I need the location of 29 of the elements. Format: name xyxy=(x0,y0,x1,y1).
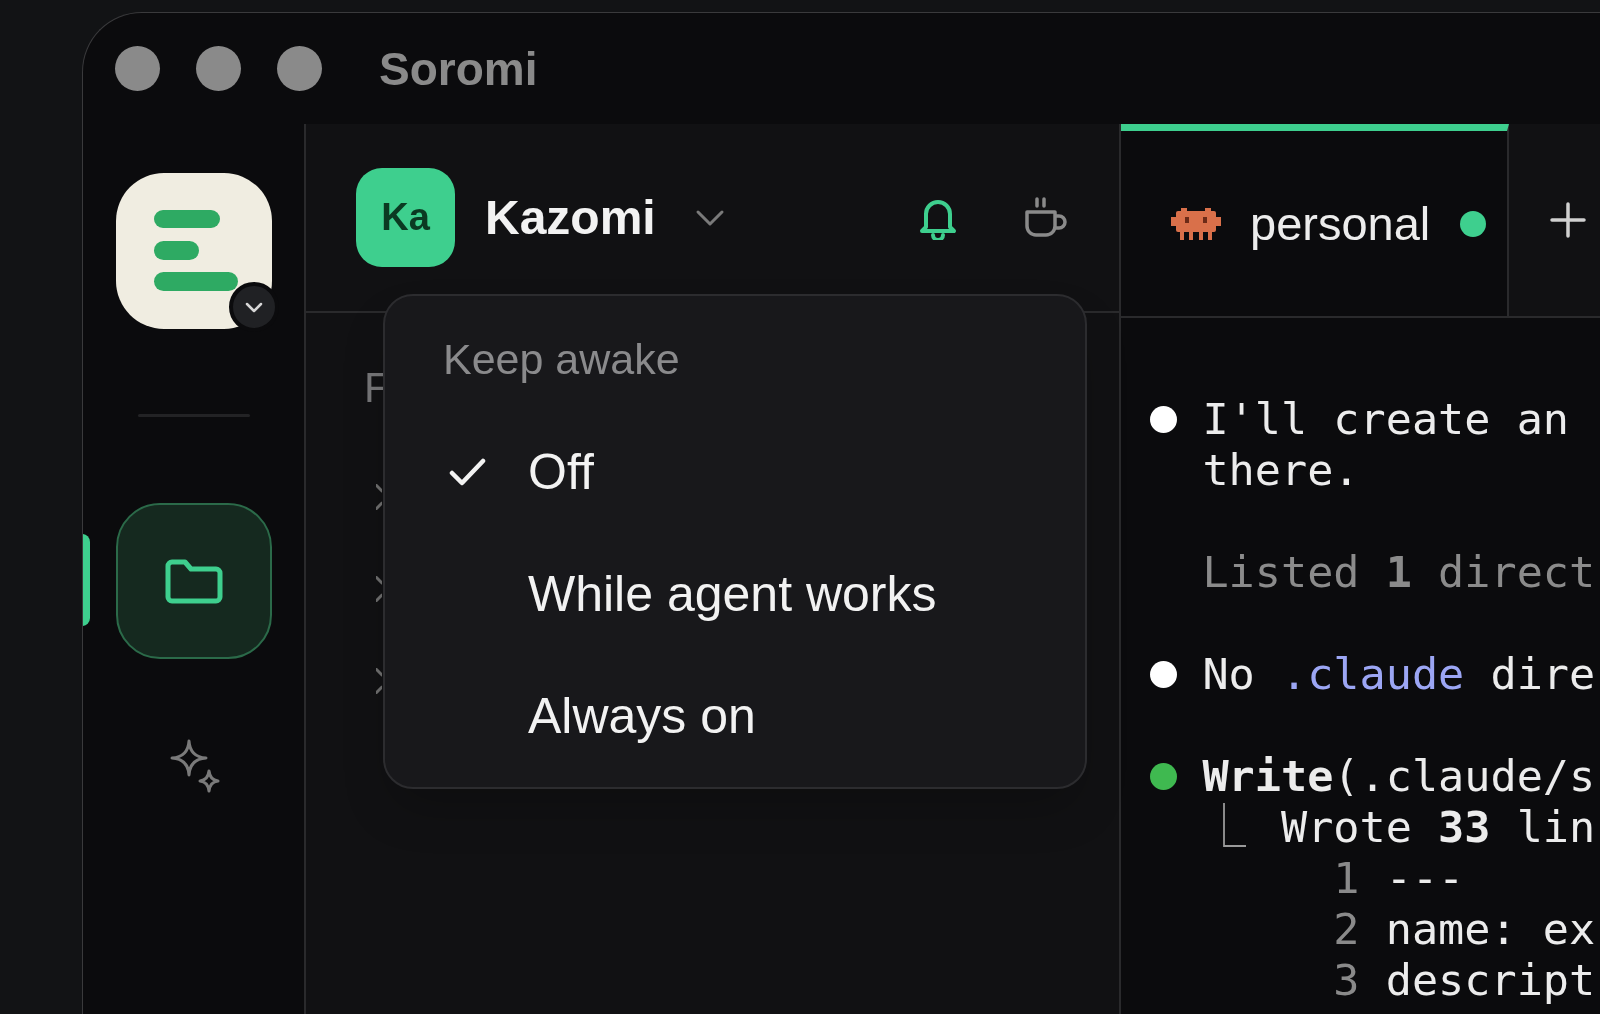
terminal-line: Listed 1 direct xyxy=(1202,547,1597,598)
terminal-line: there. xyxy=(1202,445,1361,496)
sidebar-item[interactable] xyxy=(115,503,272,659)
cup-icon[interactable] xyxy=(1022,197,1068,238)
window-title: Soromi xyxy=(379,45,538,92)
menu-heading: Keep awake xyxy=(442,334,681,384)
menu-item[interactable]: While agent works xyxy=(409,552,1061,636)
tab[interactable]: personal xyxy=(1121,124,1509,316)
line-number: 2 xyxy=(1333,904,1360,955)
robot-icon xyxy=(1171,207,1221,240)
workspace-avatar: Ka xyxy=(356,168,455,267)
window-control-icon[interactable] xyxy=(196,46,241,91)
plus-icon[interactable] xyxy=(1550,202,1586,238)
terminal-line: Write(.claude/s xyxy=(1202,751,1596,802)
window-control-icon[interactable] xyxy=(277,46,322,91)
window-control-icon[interactable] xyxy=(115,46,160,91)
menu-item[interactable]: Off xyxy=(409,430,1061,514)
menu-item[interactable]: Always on xyxy=(409,674,1061,758)
code-text: --- xyxy=(1385,853,1465,904)
terminal-line: No .claude dire xyxy=(1202,649,1596,700)
line-number: 1 xyxy=(1333,853,1360,904)
line-number: 3 xyxy=(1333,955,1360,1006)
workspace-dropdown[interactable]: Kazomi xyxy=(485,193,725,242)
app-logo[interactable] xyxy=(115,173,272,329)
terminal-line: I'll create an xyxy=(1202,394,1570,445)
folder-icon xyxy=(163,557,224,605)
terminal-line: ⎿ Wrote 33 lin xyxy=(1202,802,1596,853)
code-text: name: ex xyxy=(1385,904,1596,955)
code-text: descript xyxy=(1385,955,1596,1006)
